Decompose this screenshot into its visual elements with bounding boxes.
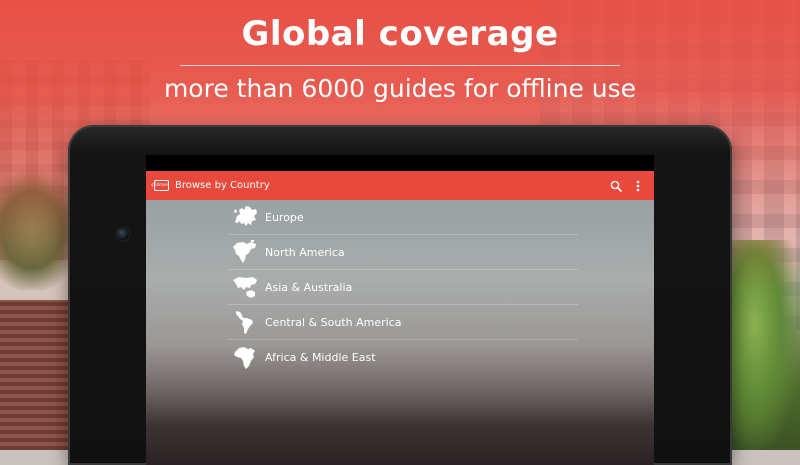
- region-item-north-america[interactable]: North America: [228, 235, 578, 270]
- app-bar-actions: [605, 175, 654, 197]
- south-america-map-icon: [228, 307, 262, 337]
- asia-australia-map-icon: [228, 272, 262, 302]
- more-vert-icon: [636, 180, 640, 191]
- region-label: Africa & Middle East: [265, 350, 376, 364]
- promo-subline: more than 6000 guides for offline use: [163, 74, 637, 103]
- region-label: Central & South America: [265, 315, 402, 329]
- tablet-device: ‹ Ulmon Browse by Country Europe North A…: [68, 125, 732, 465]
- app-bar: ‹ Ulmon Browse by Country: [146, 171, 654, 200]
- search-icon: [610, 180, 622, 192]
- promo-divider: [180, 65, 620, 66]
- region-list: Europe North America Asia & Australia Ce…: [228, 200, 578, 374]
- region-item-africa-middle-east[interactable]: Africa & Middle East: [228, 340, 578, 374]
- tablet-screen: ‹ Ulmon Browse by Country Europe North A…: [146, 155, 654, 465]
- region-label: North America: [265, 245, 345, 259]
- tablet-camera: [117, 228, 129, 240]
- region-item-central-south-america[interactable]: Central & South America: [228, 305, 578, 340]
- europe-map-icon: [228, 202, 262, 232]
- africa-map-icon: [228, 342, 262, 372]
- overflow-menu-button[interactable]: [627, 175, 649, 197]
- region-item-asia-australia[interactable]: Asia & Australia: [228, 270, 578, 305]
- app-logo-button[interactable]: ‹ Ulmon: [151, 177, 171, 195]
- app-bar-title: Browse by Country: [175, 180, 270, 191]
- region-list-panel: Europe North America Asia & Australia Ce…: [146, 200, 654, 465]
- region-label: Asia & Australia: [265, 280, 353, 294]
- region-item-europe[interactable]: Europe: [228, 200, 578, 235]
- region-label: Europe: [265, 210, 304, 224]
- app-logo-icon: Ulmon: [154, 179, 169, 191]
- promo-headline: Global coverage: [241, 14, 559, 54]
- search-button[interactable]: [605, 175, 627, 197]
- north-america-map-icon: [228, 237, 262, 267]
- status-bar: [146, 155, 654, 171]
